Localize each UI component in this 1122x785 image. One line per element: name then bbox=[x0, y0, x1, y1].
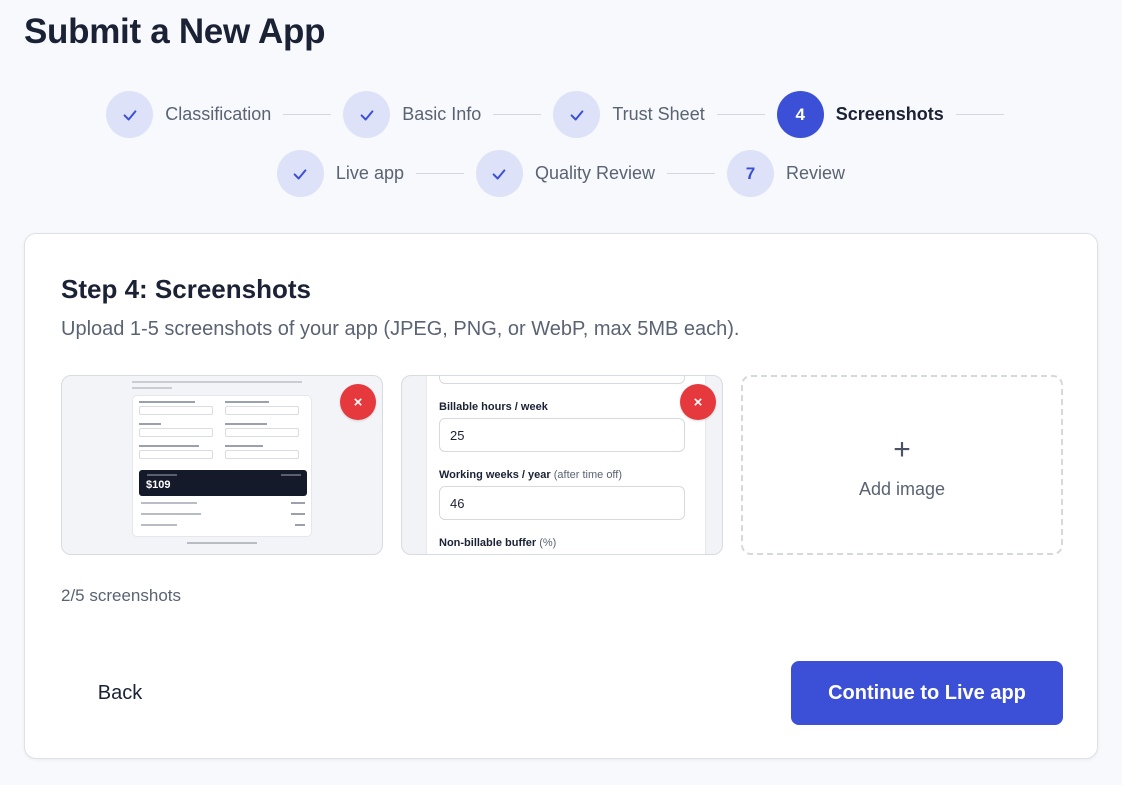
step-label: Review bbox=[786, 163, 846, 183]
stepper-row-2: Live app Quality Review 7 Review bbox=[0, 150, 1122, 197]
step-basic-info[interactable]: Basic Info bbox=[343, 91, 481, 138]
check-icon bbox=[106, 91, 154, 138]
step-connector bbox=[667, 173, 716, 174]
stepper-row-1: Classification Basic Info Trust Sheet 4 … bbox=[0, 91, 1122, 138]
step-connector bbox=[955, 114, 1004, 115]
step-label: Trust Sheet bbox=[612, 104, 705, 124]
mini-field-label: Non-billable buffer (%) bbox=[439, 537, 556, 549]
close-icon: × bbox=[353, 393, 363, 411]
mini-field bbox=[225, 445, 299, 459]
mini-list-row bbox=[141, 502, 305, 504]
mini-input-box: 46 bbox=[439, 486, 685, 520]
mini-field-hint: (%) bbox=[539, 537, 557, 549]
mini-list-row bbox=[141, 524, 305, 526]
mini-field bbox=[139, 445, 213, 459]
mini-footer-line bbox=[132, 542, 312, 544]
check-icon bbox=[553, 91, 601, 138]
step-live-app[interactable]: Live app bbox=[276, 150, 404, 197]
mini-field-label: Working weeks / year (after time off) bbox=[439, 469, 622, 481]
plus-icon: + bbox=[893, 433, 911, 466]
step-connector bbox=[283, 114, 332, 115]
mini-input-box: 25 bbox=[439, 418, 685, 452]
step-classification[interactable]: Classification bbox=[106, 91, 271, 138]
step-label: Live app bbox=[335, 163, 404, 183]
remove-screenshot-button[interactable]: × bbox=[680, 384, 716, 420]
mini-list-row bbox=[141, 513, 305, 515]
check-icon bbox=[343, 91, 391, 138]
add-image-label: Add image bbox=[858, 479, 946, 499]
page-title: Submit a New App bbox=[24, 12, 326, 51]
mini-field bbox=[139, 423, 213, 437]
submit-app-page: Submit a New App Classification Basic In… bbox=[0, 0, 1122, 785]
step-label: Screenshots bbox=[835, 104, 944, 124]
screenshots-card: Step 4: Screenshots Upload 1-5 screensho… bbox=[24, 233, 1098, 759]
step-connector bbox=[415, 173, 464, 174]
continue-button[interactable]: Continue to Live app bbox=[791, 661, 1063, 725]
mini-result-panel: $109 bbox=[139, 470, 307, 496]
step-connector bbox=[716, 114, 765, 115]
mini-field-label-text: Working weeks / year bbox=[439, 469, 551, 481]
mini-form-area: Billable hours / week 25 Working weeks /… bbox=[426, 376, 706, 554]
remove-screenshot-button[interactable]: × bbox=[340, 384, 376, 420]
step-label: Basic Info bbox=[402, 104, 482, 124]
mini-field bbox=[139, 401, 213, 415]
check-icon bbox=[475, 150, 523, 197]
step-connector bbox=[493, 114, 542, 115]
mini-field-label: Billable hours / week bbox=[439, 401, 548, 413]
step-screenshots[interactable]: 4 Screenshots bbox=[776, 91, 944, 138]
screenshot-thumbnail-1: $109 × bbox=[61, 375, 383, 555]
step-trust-sheet[interactable]: Trust Sheet bbox=[553, 91, 705, 138]
mini-field-hint: (after time off) bbox=[553, 469, 623, 481]
step-label: Quality Review bbox=[534, 163, 656, 183]
step-quality-review[interactable]: Quality Review bbox=[475, 150, 656, 197]
mini-result-value: $109 bbox=[146, 479, 171, 491]
mini-input-box bbox=[439, 376, 685, 384]
mini-calculator-card: $109 bbox=[132, 395, 312, 537]
add-image-button[interactable]: + Add image bbox=[741, 375, 1063, 555]
step-number: 4 bbox=[776, 91, 824, 138]
step-number: 7 bbox=[727, 150, 775, 197]
step-heading: Step 4: Screenshots bbox=[61, 274, 311, 304]
step-description: Upload 1-5 screenshots of your app (JPEG… bbox=[61, 318, 740, 340]
close-icon: × bbox=[693, 393, 703, 411]
mini-field-label-text: Non-billable buffer bbox=[439, 537, 537, 549]
step-review[interactable]: 7 Review bbox=[727, 150, 845, 197]
screenshot-count: 2/5 screenshots bbox=[61, 586, 182, 605]
check-icon bbox=[276, 150, 324, 197]
mini-field bbox=[225, 423, 299, 437]
screenshot-thumbnail-2: Billable hours / week 25 Working weeks /… bbox=[401, 375, 723, 555]
mini-text-lines bbox=[132, 378, 312, 389]
back-button[interactable]: Back bbox=[75, 661, 165, 725]
step-label: Classification bbox=[165, 104, 272, 124]
mini-field bbox=[225, 401, 299, 415]
